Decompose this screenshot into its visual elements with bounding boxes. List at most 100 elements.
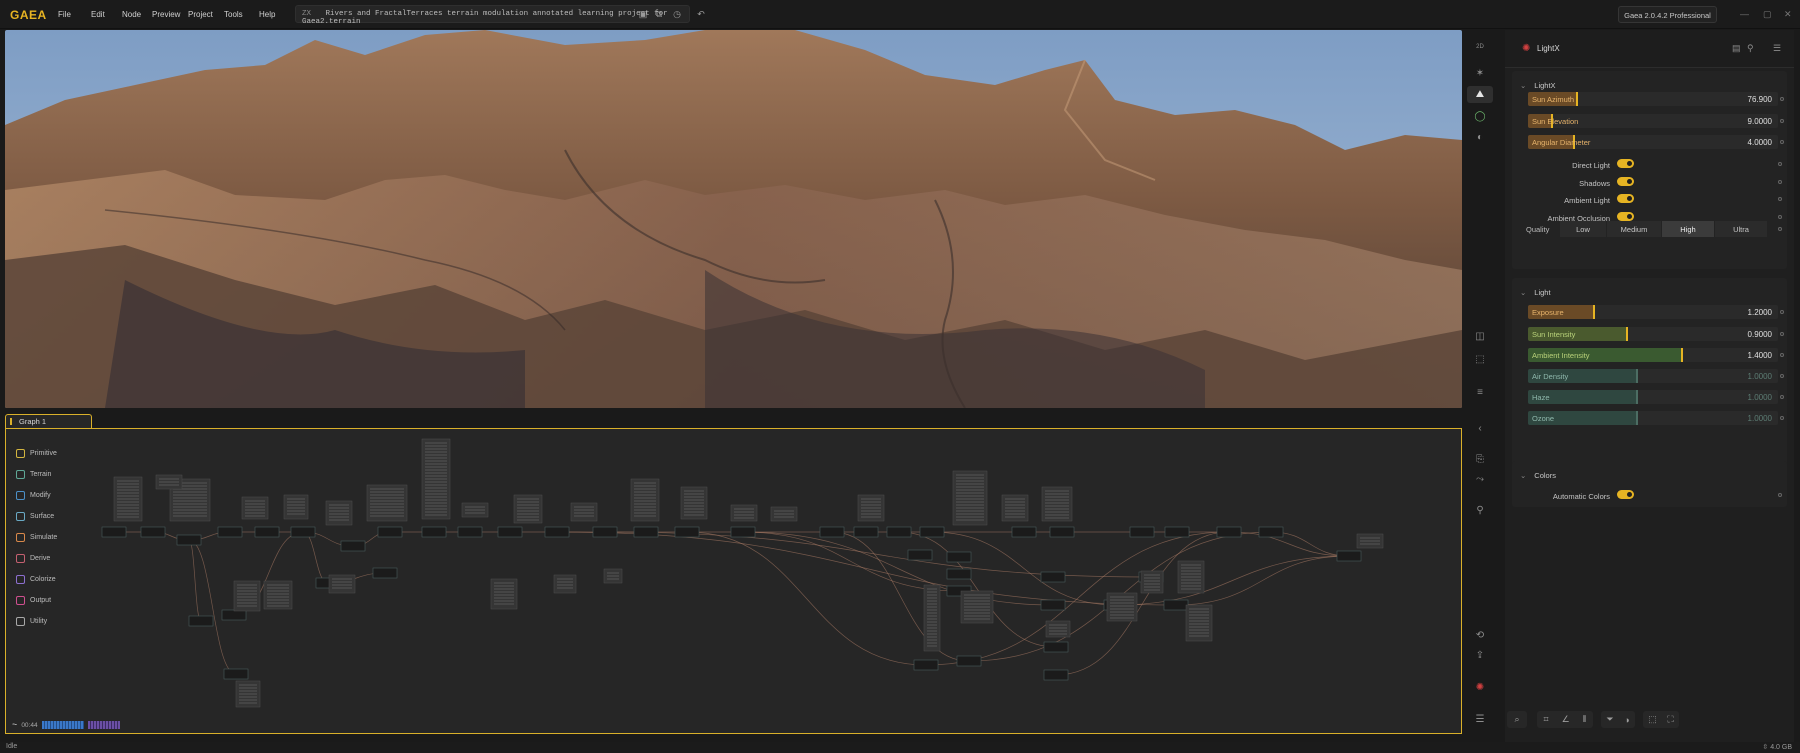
graph-comment-card[interactable] (241, 496, 269, 520)
reset-dot[interactable] (1780, 140, 1784, 144)
graph-node[interactable] (1040, 599, 1066, 611)
graph-node[interactable] (188, 615, 214, 627)
reset-dot[interactable] (1780, 353, 1784, 357)
pin-icon[interactable]: ⚲ (1467, 505, 1493, 516)
reset-dot[interactable] (1778, 214, 1782, 219)
graph-node[interactable] (946, 568, 972, 580)
lightx-slider-sun-azimuth[interactable]: Sun Azimuth 76.900 (1528, 92, 1778, 106)
graph-comment-card[interactable] (233, 580, 261, 612)
graph-node[interactable] (1336, 550, 1362, 562)
light-slider-exposure[interactable]: Exposure 1.2000 (1528, 305, 1778, 319)
graph-comment-card[interactable] (328, 574, 356, 594)
quality-high[interactable]: High (1662, 221, 1714, 237)
search-tool[interactable]: ⌕ (1507, 711, 1527, 728)
lightx-slider-sun-elevation[interactable]: Sun Elevation 9.0000 (1528, 113, 1778, 128)
contrast-icon[interactable]: ◐ (1467, 132, 1493, 143)
quality-ultra[interactable]: Ultra (1715, 221, 1767, 237)
atmosphere-slider-air-density[interactable]: Air Density 1.0000 (1528, 369, 1778, 383)
reset-dot[interactable] (1780, 310, 1784, 314)
graph-node[interactable] (1049, 526, 1075, 538)
graph-node[interactable] (1216, 526, 1242, 538)
palette-derive[interactable]: Derive (10, 548, 68, 569)
light-slider-ambient-intensity[interactable]: Ambient Intensity 1.4000 (1528, 348, 1778, 362)
palette-colorize[interactable]: Colorize (10, 569, 68, 590)
reset-dot[interactable] (1778, 227, 1782, 231)
graph-node[interactable] (1258, 526, 1284, 538)
collapse-left-icon[interactable]: ‹ (1467, 423, 1493, 434)
frame-icon[interactable]: ⬚ (1467, 354, 1493, 365)
preset-icon[interactable]: ▤ (1732, 43, 1741, 54)
graph-node[interactable] (1163, 599, 1189, 611)
route-icon[interactable]: ⤳ (1467, 474, 1493, 485)
graph-node[interactable] (886, 526, 912, 538)
reset-dot[interactable] (1780, 118, 1784, 123)
toggle-direct-light[interactable] (1617, 159, 1634, 168)
reset-dot[interactable] (1778, 197, 1782, 201)
history-icon[interactable]: ◷ (672, 9, 682, 19)
sun-icon[interactable]: ✶ (1467, 68, 1493, 79)
slider-handle[interactable] (1635, 390, 1638, 404)
save-icon[interactable]: ▣ (638, 9, 648, 19)
list-icon[interactable]: ☰ (1467, 714, 1493, 725)
graph-comment-card[interactable] (1045, 620, 1071, 638)
link-icon[interactable]: ⟲ (1467, 630, 1493, 641)
graph-comment-card[interactable] (553, 574, 577, 594)
menu-edit[interactable]: Edit (91, 10, 105, 19)
graph-node[interactable] (1011, 526, 1037, 538)
menu-file[interactable]: File (58, 10, 71, 19)
graph-node[interactable] (633, 526, 659, 538)
menu-project[interactable]: Project (188, 10, 213, 19)
measure-tools[interactable]: ⌗ ∠ ⫴ (1537, 711, 1593, 728)
undo-icon[interactable]: ↶ (696, 9, 706, 19)
graph-comment-card[interactable] (490, 578, 518, 610)
bookmark-icon[interactable]: ⎘ (1467, 454, 1493, 465)
atmosphere-slider-haze[interactable]: Haze 1.0000 (1528, 390, 1778, 404)
frame-tools[interactable]: ⬚ ⛶ (1643, 711, 1679, 728)
reset-dot[interactable] (1780, 97, 1784, 101)
copy-icon[interactable]: ⧉ (654, 9, 664, 19)
section-colors-title[interactable]: ⌄ Colors (1520, 471, 1556, 480)
toggle-automatic-colors[interactable] (1617, 490, 1634, 499)
graph-comment-card[interactable] (1185, 604, 1213, 642)
section-lightx-title[interactable]: ⌄ LightX (1520, 81, 1556, 90)
graph-node[interactable] (956, 655, 982, 667)
palette-output[interactable]: Output (10, 590, 68, 611)
graph-comment-card[interactable] (366, 484, 408, 522)
graph-node[interactable] (919, 526, 945, 538)
reset-dot[interactable] (1780, 374, 1784, 378)
graph-node[interactable] (254, 526, 280, 538)
lightx-slider-angular-diameter[interactable]: Angular Diameter 4.0000 (1528, 135, 1778, 149)
tab-graph-1[interactable]: Graph 1 (5, 414, 92, 428)
graph-node[interactable] (674, 526, 700, 538)
graph-node[interactable] (223, 668, 249, 680)
display-tools[interactable]: ⏷ ◑ (1601, 711, 1635, 728)
panel-menu-icon[interactable]: ☰ (1773, 43, 1781, 54)
maximize-icon[interactable]: ▢ (1763, 9, 1772, 20)
toggle-ambient-occlusion[interactable] (1617, 211, 1634, 221)
menu-preview[interactable]: Preview (152, 10, 180, 19)
globe-icon[interactable]: ◯ (1467, 111, 1493, 122)
graph-node[interactable] (730, 526, 756, 538)
reset-dot[interactable] (1780, 331, 1784, 336)
node-graph[interactable]: Primitive Terrain Modify Surface Simulat… (5, 428, 1462, 734)
reset-dot[interactable] (1780, 395, 1784, 399)
reset-dot[interactable] (1780, 416, 1784, 420)
menu-help[interactable]: Help (259, 10, 275, 19)
light-slider-sun-intensity[interactable]: Sun Intensity 0.9000 (1528, 326, 1778, 341)
graph-node[interactable] (1164, 526, 1190, 538)
project-path-box[interactable]: ZX Rivers and FractalTerraces terrain mo… (295, 5, 690, 26)
graph-node[interactable] (421, 526, 447, 538)
menu-tools[interactable]: Tools (224, 10, 243, 19)
graph-node[interactable] (1043, 669, 1069, 681)
pin-panel-icon[interactable]: ⚲ (1747, 43, 1754, 54)
graph-comment-card[interactable] (325, 500, 353, 526)
slider-handle[interactable] (1593, 305, 1595, 319)
palette-utility[interactable]: Utility (10, 611, 68, 632)
graph-node[interactable] (1129, 526, 1155, 538)
quality-medium[interactable]: Medium (1607, 221, 1661, 237)
palette-modify[interactable]: Modify (10, 485, 68, 506)
terrain-viewport[interactable] (5, 30, 1462, 408)
graph-node[interactable] (592, 526, 618, 538)
split-view-icon[interactable]: ◫ (1467, 331, 1493, 342)
graph-node[interactable] (497, 526, 523, 538)
